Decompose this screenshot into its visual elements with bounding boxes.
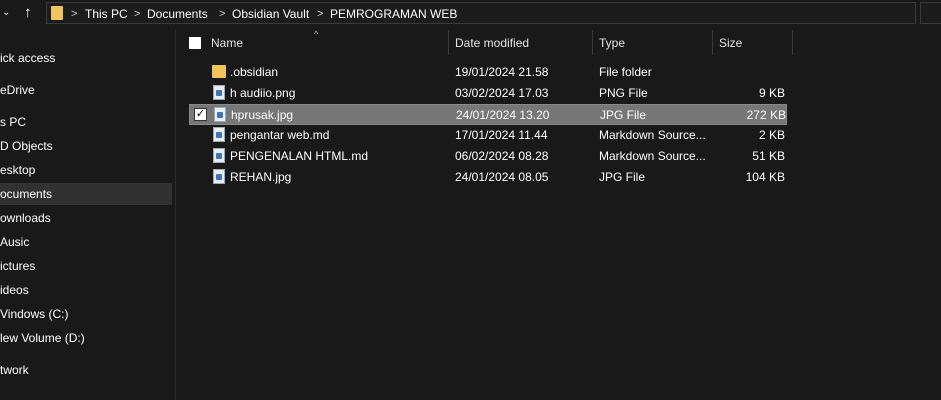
file-date-modified: 19/01/2024 21.58 xyxy=(455,65,549,79)
file-size xyxy=(715,64,785,80)
address-bar-row: ⌄ ↑ > This PC > Documents > Obsidian Vau… xyxy=(0,0,941,27)
column-divider[interactable] xyxy=(712,30,713,55)
file-name: PENGENALAN HTML.md xyxy=(230,149,369,163)
sidebar-item-this-pc[interactable]: s PC xyxy=(0,111,172,133)
image-file-icon xyxy=(213,169,225,184)
image-file-icon xyxy=(214,107,226,122)
file-date-modified: 06/02/2024 08.28 xyxy=(455,149,549,163)
breadcrumb-separator[interactable]: > xyxy=(134,6,140,22)
file-name: pengantar web.md xyxy=(230,128,330,142)
sidebar-item-network[interactable]: twork xyxy=(0,359,172,381)
file-date-modified: 03/02/2024 17.03 xyxy=(455,86,549,100)
navigation-pane: ick access eDrive s PC D Objects esktop … xyxy=(0,30,176,400)
file-name: h audiio.png xyxy=(230,86,296,100)
column-header-row: ^ Name Date modified Type Size xyxy=(177,29,941,56)
file-name: .obsidian xyxy=(230,65,279,79)
column-header-date-modified[interactable]: Date modified xyxy=(455,35,529,51)
breadcrumb-obsidian-vault[interactable]: Obsidian Vault xyxy=(232,6,309,22)
sidebar-item-desktop[interactable]: esktop xyxy=(0,159,172,181)
file-size: 272 KB xyxy=(746,108,786,122)
file-date-modified: 17/01/2024 11.44 xyxy=(455,128,548,142)
file-date-modified: 24/01/2024 13.20 xyxy=(456,108,550,122)
folder-icon xyxy=(51,6,63,20)
column-divider[interactable] xyxy=(592,30,593,55)
file-size: 104 KB xyxy=(745,170,785,184)
file-row[interactable]: pengantar web.md 17/01/2024 11.44 Markdo… xyxy=(189,125,787,146)
file-size: 9 KB xyxy=(758,86,785,100)
sort-ascending-icon: ^ xyxy=(314,29,319,39)
file-name: hprusak.jpg xyxy=(231,108,294,122)
breadcrumb-separator[interactable]: > xyxy=(219,6,225,22)
file-row-selected[interactable]: ✓ hprusak.jpg 24/01/2024 13.20 JPG File … xyxy=(189,104,787,125)
file-row[interactable]: h audiio.png 03/02/2024 17.03 PNG File 9… xyxy=(189,83,787,104)
row-checkbox-checked[interactable]: ✓ xyxy=(194,108,207,121)
file-name: REHAN.jpg xyxy=(230,170,292,184)
column-header-size[interactable]: Size xyxy=(719,35,742,51)
file-type: JPG File xyxy=(600,108,647,122)
breadcrumb-separator[interactable]: > xyxy=(317,6,323,22)
file-row[interactable]: REHAN.jpg 24/01/2024 08.05 JPG File 104 … xyxy=(189,167,787,188)
column-header-type[interactable]: Type xyxy=(599,35,625,51)
search-box[interactable] xyxy=(920,2,941,24)
markdown-file-icon xyxy=(213,148,225,163)
recent-locations-chevron-icon[interactable]: ⌄ xyxy=(2,6,14,20)
file-size: 2 KB xyxy=(758,128,785,142)
file-row[interactable]: .obsidian 19/01/2024 21.58 File folder xyxy=(189,62,787,83)
folder-icon xyxy=(212,65,226,78)
sidebar-item-windows-c[interactable]: Vindows (C:) xyxy=(0,303,172,325)
sidebar-item-3d-objects[interactable]: D Objects xyxy=(0,135,172,157)
markdown-file-icon xyxy=(213,127,225,142)
sidebar-item-onedrive[interactable]: eDrive xyxy=(0,79,172,101)
file-size: 51 KB xyxy=(752,149,785,163)
address-bar[interactable]: > This PC > Documents > Obsidian Vault >… xyxy=(46,2,941,24)
file-type: JPG File xyxy=(599,170,646,184)
column-header-name[interactable]: Name xyxy=(211,35,243,51)
column-divider[interactable] xyxy=(448,30,449,55)
file-type: PNG File xyxy=(599,86,648,100)
sidebar-item-downloads[interactable]: ownloads xyxy=(0,207,172,229)
sidebar-item-documents[interactable]: ocuments xyxy=(0,183,172,205)
sidebar-item-pictures[interactable]: ictures xyxy=(0,255,172,277)
file-type: Markdown Source... xyxy=(599,149,706,163)
sidebar-item-quick-access[interactable]: ick access xyxy=(0,47,172,69)
breadcrumb-pemrograman-web[interactable]: PEMROGRAMAN WEB xyxy=(330,6,457,22)
file-type: File folder xyxy=(599,65,652,79)
breadcrumb-separator[interactable]: > xyxy=(71,6,77,22)
breadcrumb-documents[interactable]: Documents xyxy=(147,6,208,22)
select-all-checkbox[interactable] xyxy=(189,37,201,49)
file-date-modified: 24/01/2024 08.05 xyxy=(455,170,549,184)
sidebar-item-new-volume-d[interactable]: lew Volume (D:) xyxy=(0,327,172,349)
file-list: ^ Name Date modified Type Size .obsidian… xyxy=(177,29,941,400)
column-divider[interactable] xyxy=(792,30,793,55)
image-file-icon xyxy=(213,85,225,100)
file-type: Markdown Source... xyxy=(599,128,706,142)
up-arrow-icon[interactable]: ↑ xyxy=(24,3,40,23)
breadcrumb-this-pc[interactable]: This PC xyxy=(85,6,128,22)
file-row[interactable]: PENGENALAN HTML.md 06/02/2024 08.28 Mark… xyxy=(189,146,787,167)
sidebar-item-music[interactable]: Ausic xyxy=(0,231,172,253)
sidebar-item-videos[interactable]: ideos xyxy=(0,279,172,301)
